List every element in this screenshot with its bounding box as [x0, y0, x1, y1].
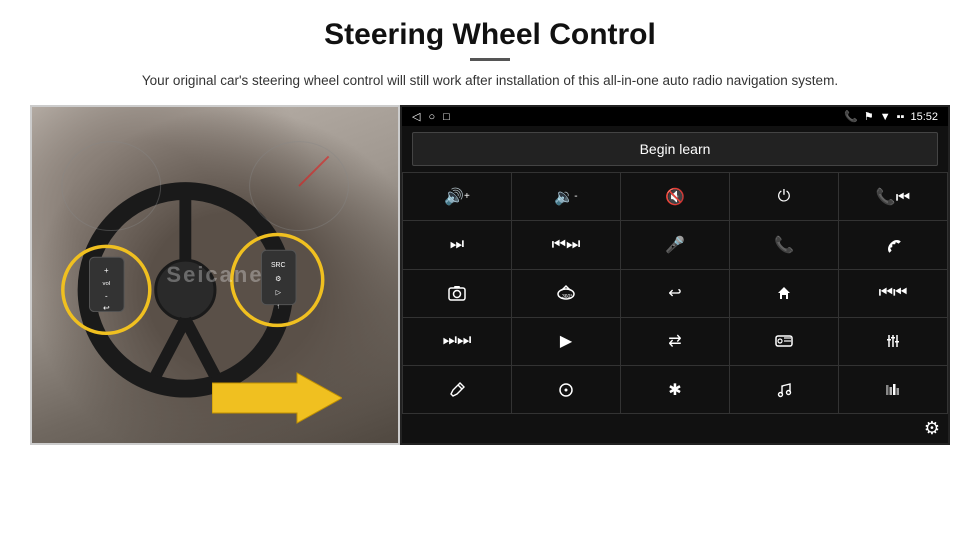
phone-status-icon: 📞 — [844, 110, 858, 123]
status-left: ◁ ○ □ — [412, 110, 450, 123]
ctrl-vol-up[interactable]: 🔊+ — [403, 173, 511, 220]
car-image: + vol - ↩ SRC ⚙ ▷ ↑ — [30, 105, 400, 445]
svg-text:360°: 360° — [562, 294, 572, 300]
ctrl-mic[interactable]: 🎤 — [621, 221, 729, 268]
location-icon: ⚑ — [864, 110, 874, 123]
ctrl-call[interactable]: 📞 — [730, 221, 838, 268]
status-right: 📞 ⚑ ▼ ▪▪ 15:52 — [844, 110, 938, 123]
svg-text:↑: ↑ — [277, 304, 280, 311]
content-row: + vol - ↩ SRC ⚙ ▷ ↑ — [30, 105, 950, 445]
svg-text:▷: ▷ — [276, 290, 282, 297]
ctrl-vol-down[interactable]: 🔉- — [512, 173, 620, 220]
ctrl-back[interactable]: ↩ — [621, 270, 729, 317]
ctrl-edit[interactable] — [403, 366, 511, 413]
home-nav-icon: ○ — [428, 111, 435, 123]
page-title: Steering Wheel Control — [324, 18, 656, 52]
svg-text:SRC: SRC — [271, 262, 286, 269]
ctrl-eq[interactable] — [839, 318, 947, 365]
svg-text:-: - — [105, 292, 108, 301]
ctrl-hangup[interactable] — [839, 221, 947, 268]
svg-text:+: + — [104, 266, 109, 275]
ctrl-phone-prev[interactable]: 📞⏮ — [839, 173, 947, 220]
page-wrapper: Steering Wheel Control Your original car… — [0, 0, 980, 547]
battery-icon: ▪▪ — [897, 111, 905, 123]
begin-learn-button[interactable]: Begin learn — [412, 132, 938, 166]
watermark: Seicane — [166, 262, 263, 288]
ctrl-bluetooth[interactable]: ✱ — [621, 366, 729, 413]
status-bar: ◁ ○ □ 📞 ⚑ ▼ ▪▪ 15:52 — [402, 107, 948, 126]
ctrl-navigate[interactable]: ▶ — [512, 318, 620, 365]
svg-text:♩: ♩ — [782, 383, 786, 388]
ctrl-next[interactable]: ⏭ — [403, 221, 511, 268]
begin-learn-row: Begin learn — [402, 126, 948, 172]
ctrl-fast-fwd[interactable]: ⏭⏭ — [403, 318, 511, 365]
ctrl-music[interactable]: ♩ — [730, 366, 838, 413]
back-nav-icon: ◁ — [412, 110, 420, 123]
ctrl-prev-track[interactable]: ⏮⏮ — [839, 270, 947, 317]
ctrl-equalizer-bars[interactable] — [839, 366, 947, 413]
controls-grid: 🔊+ 🔉- 🔇 ⏻ 📞⏮ ⏭ ⏮⏭ 🎤 📞 — [402, 172, 948, 414]
arrow-indicator — [212, 368, 342, 428]
ctrl-power[interactable]: ⏻ — [730, 173, 838, 220]
svg-text:vol: vol — [103, 281, 111, 287]
svg-text:⚙: ⚙ — [275, 275, 281, 283]
settings-gear-icon[interactable]: ⚙ — [924, 418, 940, 439]
ctrl-seek[interactable]: ⏮⏭ — [512, 221, 620, 268]
title-divider — [470, 58, 510, 61]
ctrl-360[interactable]: 360° — [512, 270, 620, 317]
ctrl-home[interactable] — [730, 270, 838, 317]
signal-icon: ▼ — [880, 111, 891, 123]
bottom-bar: ⚙ — [402, 414, 948, 443]
clock: 15:52 — [910, 111, 938, 123]
ctrl-circle[interactable] — [512, 366, 620, 413]
svg-text:↩: ↩ — [103, 304, 110, 313]
ctrl-camera[interactable] — [403, 270, 511, 317]
ctrl-switch[interactable]: ⇄ — [621, 318, 729, 365]
subtitle: Your original car's steering wheel contr… — [142, 71, 838, 91]
android-panel: ◁ ○ □ 📞 ⚑ ▼ ▪▪ 15:52 Begin learn — [400, 105, 950, 445]
recents-nav-icon: □ — [443, 111, 450, 123]
ctrl-radio[interactable] — [730, 318, 838, 365]
ctrl-mute[interactable]: 🔇 — [621, 173, 729, 220]
